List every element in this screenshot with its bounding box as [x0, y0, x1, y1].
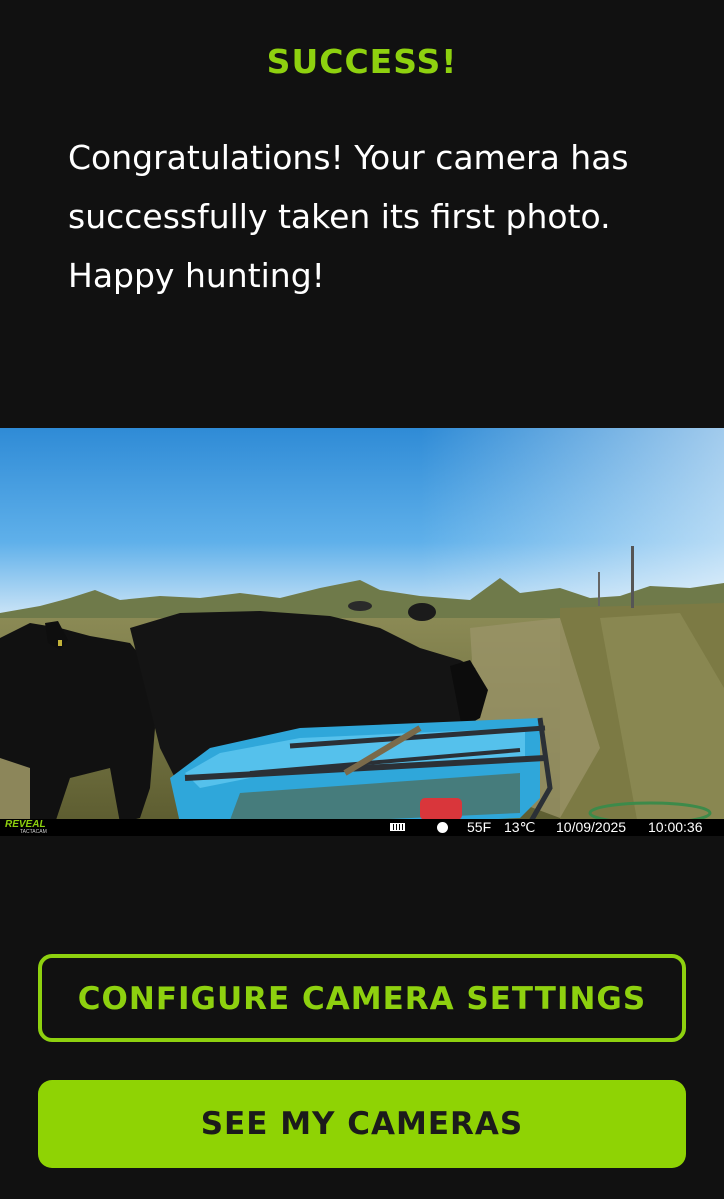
moon-phase-icon: [437, 822, 448, 833]
camera-info-bar: REVEAL TACTACAM 55F 13℃ 10/09/2025 10:00…: [0, 819, 724, 836]
success-message: Congratulations! Your camera has success…: [68, 138, 629, 295]
first-photo: REVEAL TACTACAM 55F 13℃ 10/09/2025 10:00…: [0, 428, 724, 836]
photo-time: 10:00:36: [648, 819, 703, 835]
see-my-cameras-button[interactable]: SEE MY CAMERAS: [38, 1080, 686, 1168]
trail-camera-image: [0, 428, 724, 836]
reveal-logo-subtext: TACTACAM: [20, 829, 47, 835]
temperature-c: 13℃: [504, 819, 536, 835]
success-title: SUCCESS!: [266, 42, 458, 81]
temperature-f: 55F: [467, 819, 492, 835]
photo-date: 10/09/2025: [556, 819, 627, 835]
configure-camera-settings-button[interactable]: CONFIGURE CAMERA SETTINGS: [38, 954, 686, 1042]
battery-icon: [390, 823, 405, 831]
